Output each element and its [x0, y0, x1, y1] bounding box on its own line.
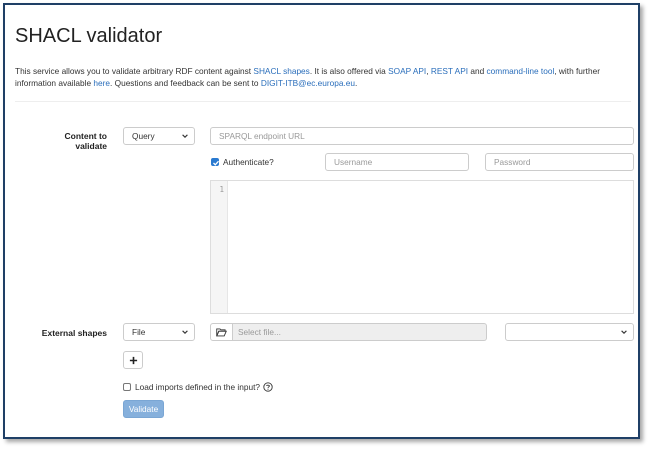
soap-api-link[interactable]: SOAP API: [388, 66, 426, 76]
shapes-type-select[interactable]: File: [123, 323, 195, 341]
divider: [15, 101, 631, 102]
sparql-endpoint-placeholder: SPARQL endpoint URL: [219, 131, 305, 141]
chevron-down-icon: [182, 134, 188, 138]
authenticate-label: Authenticate?: [223, 157, 274, 167]
load-imports-row: Load imports defined in the input?: [123, 382, 273, 392]
rest-api-link[interactable]: REST API: [431, 66, 468, 76]
page-title: SHACL validator: [15, 25, 163, 47]
intro-text-part: . It is also offered via: [309, 66, 389, 76]
shapes-file-picker: Select file...: [210, 323, 487, 341]
app-window: SHACL validator This service allows you …: [3, 3, 640, 439]
content-to-validate-label: Content to validate: [64, 131, 108, 151]
password-input[interactable]: Password: [485, 153, 634, 171]
here-link[interactable]: here: [93, 78, 110, 88]
intro-text: This service allows you to validate arbi…: [15, 65, 631, 89]
add-shapes-button[interactable]: [123, 351, 143, 369]
chevron-down-icon: [621, 330, 627, 334]
password-placeholder: Password: [494, 157, 531, 167]
external-shapes-label: External shapes: [41, 328, 107, 338]
validate-button[interactable]: Validate: [123, 400, 164, 418]
username-input[interactable]: Username: [325, 153, 469, 171]
query-editor[interactable]: 1: [210, 180, 634, 314]
email-link[interactable]: DIGIT-ITB@ec.europa.eu: [261, 78, 355, 88]
line-number: 1: [219, 185, 224, 194]
check-icon: [213, 160, 219, 166]
content-type-select[interactable]: Query: [123, 127, 195, 145]
load-imports-checkbox[interactable]: [123, 383, 131, 391]
content-type-value: Query: [132, 131, 155, 141]
authenticate-row: Authenticate?: [211, 157, 274, 167]
help-icon[interactable]: [263, 382, 273, 392]
shapes-format-select[interactable]: [505, 323, 634, 341]
intro-text-part: and: [468, 66, 487, 76]
file-placeholder: Select file...: [238, 327, 281, 337]
sparql-endpoint-input[interactable]: SPARQL endpoint URL: [210, 127, 634, 145]
intro-text-part: .: [355, 78, 358, 88]
intro-text-part: . Questions and feedback can be sent to: [110, 78, 261, 88]
editor-gutter: 1: [211, 181, 228, 313]
selected-file-field[interactable]: Select file...: [233, 323, 487, 341]
intro-text-part: This service allows you to validate arbi…: [15, 66, 254, 76]
browse-file-button[interactable]: [210, 323, 233, 341]
chevron-down-icon: [182, 330, 188, 334]
load-imports-label: Load imports defined in the input?: [135, 382, 261, 392]
shacl-shapes-link[interactable]: SHACL shapes: [253, 66, 309, 76]
plus-icon: [129, 356, 137, 364]
shapes-type-value: File: [132, 327, 146, 337]
command-line-tool-link[interactable]: command-line tool: [487, 66, 555, 76]
username-placeholder: Username: [334, 157, 373, 167]
authenticate-checkbox[interactable]: [211, 158, 219, 166]
folder-open-icon: [216, 327, 227, 336]
